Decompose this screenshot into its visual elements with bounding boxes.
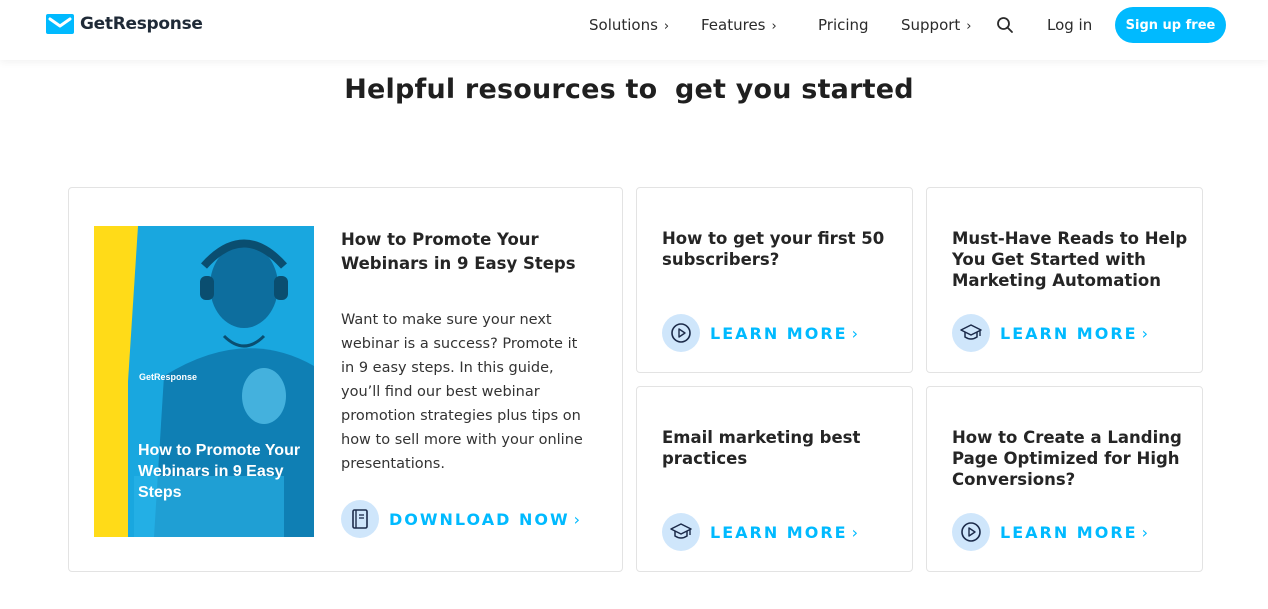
envelope-logo-icon [46, 14, 74, 34]
download-now-text: DOWNLOAD NOW [389, 509, 570, 529]
signup-button[interactable]: Sign up free [1115, 7, 1226, 43]
page-title: Helpful resources to get you started [344, 74, 924, 105]
learn-more-text: LEARN MORE [1000, 522, 1138, 542]
cover-title: How to Promote Your Webinars in 9 Easy S… [138, 442, 301, 501]
learn-more-label: LEARN MORE › [1000, 523, 1148, 542]
resource-card[interactable]: Email marketing best practices LEARN MOR… [636, 386, 913, 572]
brand-logo[interactable]: GetResponse [46, 14, 203, 34]
learn-more-text: LEARN MORE [710, 522, 848, 542]
download-now-button[interactable]: DOWNLOAD NOW › [341, 500, 580, 538]
resource-card-title[interactable]: Email marketing best practices [662, 427, 892, 469]
nav-pricing[interactable]: Pricing [818, 16, 869, 34]
chevron-right-icon: › [1141, 323, 1148, 343]
learn-more-text: LEARN MORE [1000, 323, 1138, 343]
learn-more-button[interactable]: LEARN MORE › [952, 314, 1148, 352]
nav-support[interactable]: Support › [901, 16, 972, 34]
featured-title[interactable]: How to Promote Your Webinars in 9 Easy S… [341, 228, 581, 276]
search-icon[interactable] [996, 16, 1014, 34]
graduation-cap-icon [952, 314, 990, 352]
cover-brand: GetResponse [139, 372, 198, 382]
chevron-right-icon: › [851, 522, 858, 542]
resource-card[interactable]: How to get your first 50 subscribers? LE… [636, 187, 913, 373]
learn-more-label: LEARN MORE › [1000, 324, 1148, 343]
hero: Helpful resources to get you started [0, 74, 1268, 105]
resource-card[interactable]: How to Create a Landing Page Optimized f… [926, 386, 1203, 572]
graduation-cap-icon [662, 513, 700, 551]
chevron-right-icon: › [573, 509, 580, 529]
title-plain: Helpful resources to [344, 74, 658, 105]
chevron-right-icon: › [663, 19, 670, 34]
title-highlight: get you started [667, 74, 924, 105]
chevron-right-icon: › [851, 323, 858, 343]
featured-description: Want to make sure your next webinar is a… [341, 312, 583, 472]
ebook-cover-image: GetResponse How to Promote Your Webinars… [94, 226, 314, 537]
featured-resource-card[interactable]: GetResponse How to Promote Your Webinars… [68, 187, 623, 572]
site-header: GetResponse Solutions › Features › Pricing… [0, 0, 1268, 60]
learn-more-text: LEARN MORE [710, 323, 848, 343]
nav-solutions[interactable]: Solutions › [589, 16, 669, 34]
nav-solutions-label: Solutions [589, 16, 658, 34]
resource-card-title[interactable]: How to Create a Landing Page Optimized f… [952, 427, 1192, 490]
learn-more-button[interactable]: LEARN MORE › [952, 513, 1148, 551]
learn-more-button[interactable]: LEARN MORE › [662, 513, 858, 551]
chevron-right-icon: › [771, 19, 777, 34]
play-icon [662, 314, 700, 352]
play-icon [952, 513, 990, 551]
brand-name: GetResponse [80, 14, 203, 34]
ebook-icon [341, 500, 379, 538]
login-link[interactable]: Log in [1047, 16, 1092, 34]
learn-more-button[interactable]: LEARN MORE › [662, 314, 858, 352]
nav-features-label: Features [701, 16, 766, 34]
title-highlight-text: get you started [674, 74, 914, 105]
nav-features[interactable]: Features › [701, 16, 777, 34]
resource-card-title[interactable]: Must-Have Reads to Help You Get Started … [952, 228, 1192, 291]
nav-support-label: Support [901, 16, 961, 34]
nav-pricing-label: Pricing [818, 16, 869, 34]
chevron-right-icon: › [966, 19, 972, 34]
download-now-label: DOWNLOAD NOW › [389, 510, 580, 529]
resource-card[interactable]: Must-Have Reads to Help You Get Started … [926, 187, 1203, 373]
learn-more-label: LEARN MORE › [710, 324, 858, 343]
learn-more-label: LEARN MORE › [710, 523, 858, 542]
resource-card-title[interactable]: How to get your first 50 subscribers? [662, 228, 892, 270]
chevron-right-icon: › [1141, 522, 1148, 542]
